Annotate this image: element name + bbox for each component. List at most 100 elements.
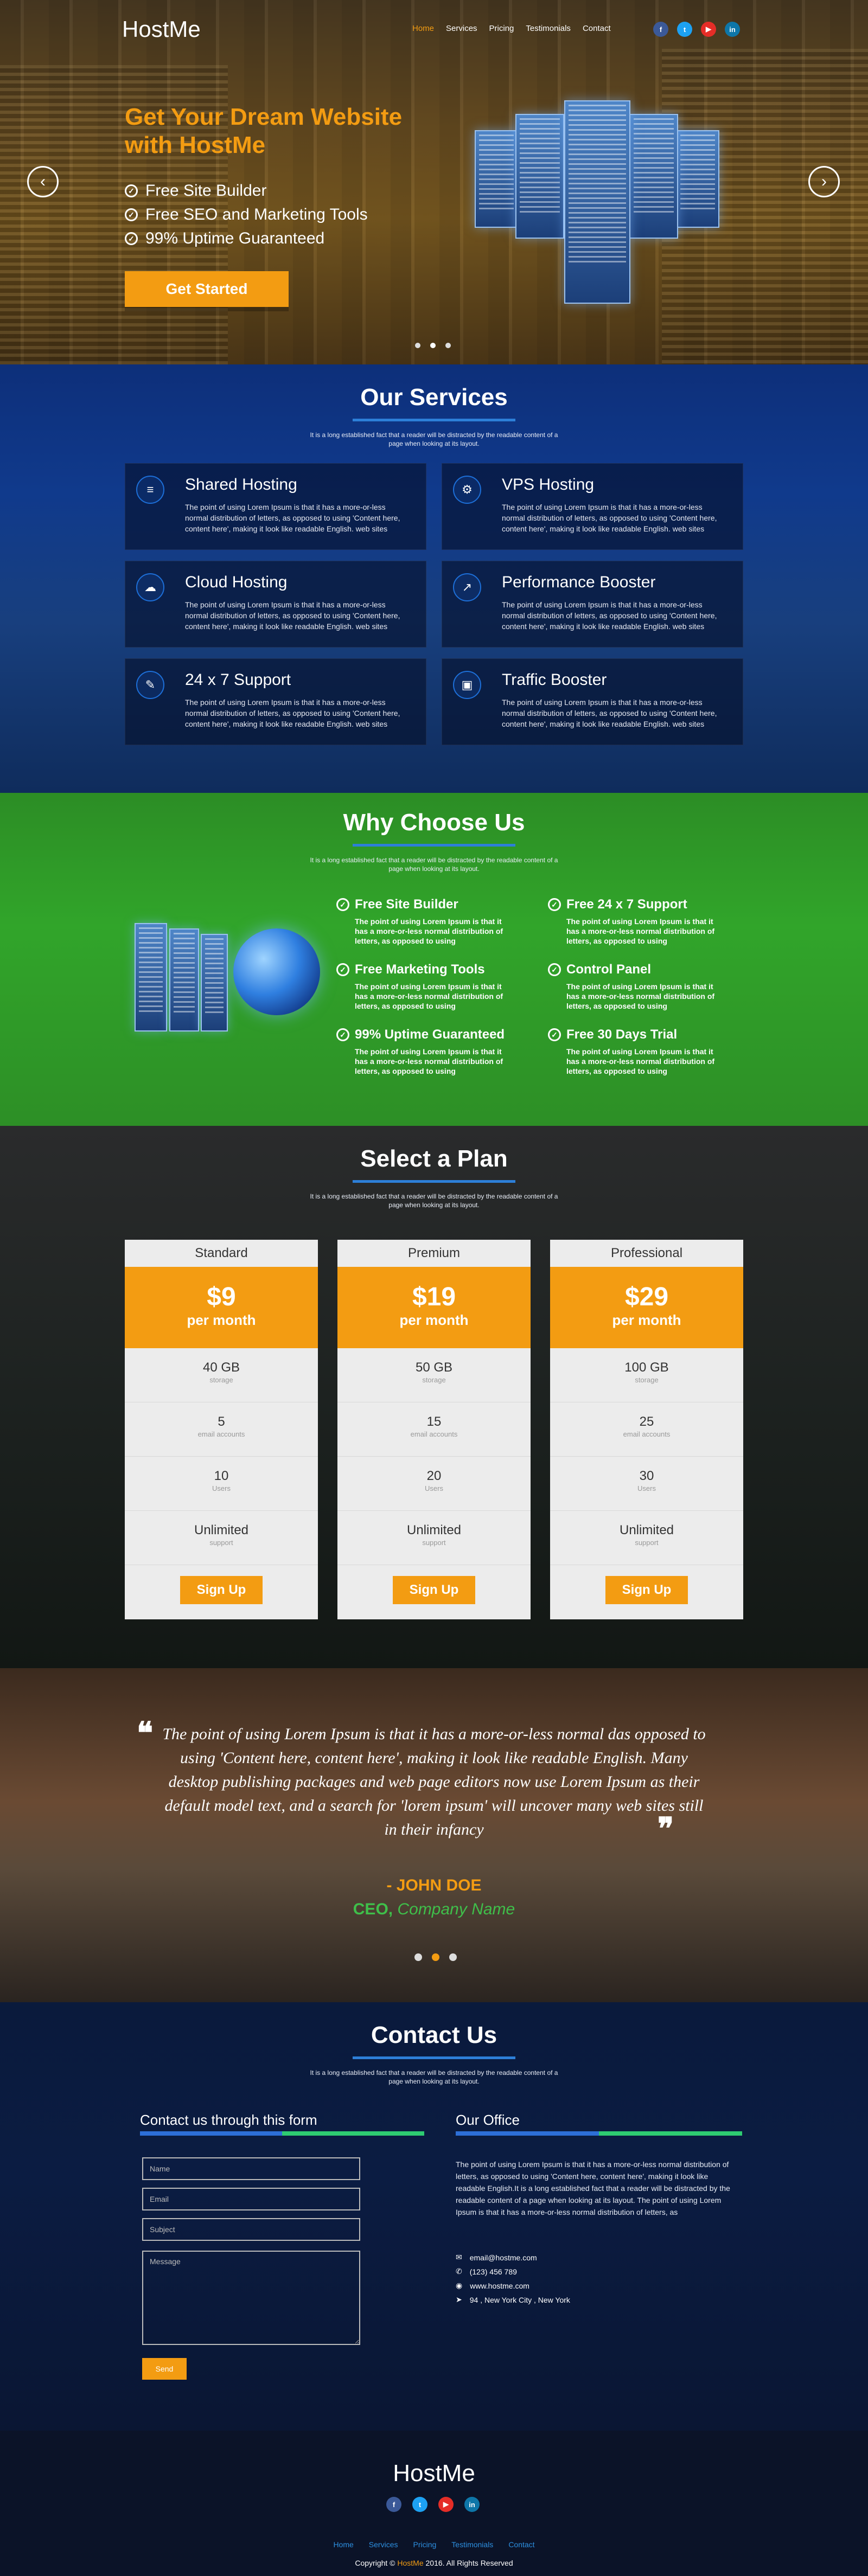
check-icon: ✓ xyxy=(548,898,561,911)
youtube-icon[interactable]: ▶ xyxy=(438,2497,454,2512)
hero-section: HostMe Home Services Pricing Testimonial… xyxy=(0,0,868,364)
subject-field[interactable] xyxy=(142,2218,360,2241)
testimonial-quote: The point of using Lorem Ipsum is that i… xyxy=(162,1725,706,1838)
plan-name: Professional xyxy=(610,1246,683,1260)
plan-feature: 30 Users xyxy=(550,1457,743,1511)
service-card[interactable]: ☁ Cloud Hosting The point of using Lorem I… xyxy=(125,561,426,648)
footer-nav-contact[interactable]: Contact xyxy=(508,2540,534,2549)
footer-nav-home[interactable]: Home xyxy=(333,2540,353,2549)
contact-section: Contact Us It is a long established fact… xyxy=(0,2002,868,2431)
why-item: ✓ Free 24 x 7 Support The point of using L… xyxy=(548,897,727,946)
title-underline xyxy=(353,844,515,847)
check-icon: ✓ xyxy=(125,208,138,221)
slider-dot[interactable] xyxy=(414,1953,422,1961)
send-button[interactable]: Send xyxy=(142,2358,187,2380)
title-underline xyxy=(353,1180,515,1183)
plan-feature: 5 email accounts xyxy=(125,1402,318,1457)
nav-testimonials[interactable]: Testimonials xyxy=(526,24,571,33)
service-card[interactable]: ▣ Traffic Booster The point of using Lorem… xyxy=(442,658,743,745)
office-title-bar xyxy=(456,2131,742,2136)
sign-up-button[interactable]: Sign Up xyxy=(393,1576,475,1604)
plan-name: Standard xyxy=(195,1246,248,1260)
plan-feature: Unlimited support xyxy=(550,1511,743,1565)
hero-feature: ✓ Free SEO and Marketing Tools xyxy=(125,203,368,227)
plan-feature: Unlimited support xyxy=(125,1511,318,1565)
testimonial-author: - JOHN DOE xyxy=(386,1876,482,1894)
service-card[interactable]: ≡ Shared Hosting The point of using Lorem … xyxy=(125,463,426,550)
slider-prev-arrow-icon[interactable]: ‹ xyxy=(27,166,59,197)
slider-dot[interactable] xyxy=(430,343,436,348)
twitter-icon[interactable]: t xyxy=(677,22,692,37)
footer-nav-testimonials[interactable]: Testimonials xyxy=(451,2540,493,2549)
office-description: The point of using Lorem Ipsum is that i… xyxy=(456,2160,730,2216)
sign-up-button[interactable]: Sign Up xyxy=(180,1576,263,1604)
footer: HostMe f t ▶ in Home Services Pricing Te… xyxy=(0,2431,868,2576)
title-underline xyxy=(353,2056,515,2059)
slider-dot[interactable] xyxy=(432,1953,439,1961)
facebook-icon[interactable]: f xyxy=(386,2497,401,2512)
phone-icon: ✆ xyxy=(456,2267,462,2276)
check-icon: ✓ xyxy=(125,232,138,245)
email-field[interactable] xyxy=(142,2188,360,2210)
main-nav: Home Services Pricing Testimonials Conta… xyxy=(412,24,611,33)
plan-card-standard: Standard $9 per month 40 GB storage 5 email… xyxy=(125,1240,318,1619)
slider-dot[interactable] xyxy=(415,343,420,348)
menu-icon: ≡ xyxy=(136,476,164,504)
slider-dot[interactable] xyxy=(445,343,451,348)
check-icon: ✓ xyxy=(548,963,561,976)
slider-dot[interactable] xyxy=(449,1953,457,1961)
nav-pricing[interactable]: Pricing xyxy=(489,24,514,33)
check-icon: ✓ xyxy=(125,184,138,197)
tools-icon: ✎ xyxy=(136,671,164,699)
plan-feature: 10 Users xyxy=(125,1457,318,1511)
office-title: Our Office xyxy=(456,2112,520,2128)
briefcase-icon: ▣ xyxy=(453,671,481,699)
nav-services[interactable]: Services xyxy=(446,24,477,33)
title-underline xyxy=(353,419,515,421)
site-logo[interactable]: HostMe xyxy=(122,16,201,42)
footer-nav: Home Services Pricing Testimonials Conta… xyxy=(0,2540,868,2549)
footer-nav-services[interactable]: Services xyxy=(369,2540,398,2549)
section-title: Select a Plan xyxy=(360,1145,508,1172)
why-choose-us-section: Why Choose Us It is a long established f… xyxy=(0,793,868,1126)
message-field[interactable] xyxy=(142,2251,360,2345)
form-title: Contact us through this form xyxy=(140,2112,317,2128)
twitter-icon[interactable]: t xyxy=(412,2497,427,2512)
hero-title: Get Your Dream Website with HostMe xyxy=(125,104,403,158)
form-title-bar xyxy=(140,2131,424,2136)
footer-nav-pricing[interactable]: Pricing xyxy=(413,2540,436,2549)
footer-logo[interactable]: HostMe xyxy=(0,2460,868,2487)
plan-price: $19 per month xyxy=(337,1267,531,1348)
plan-feature: 25 email accounts xyxy=(550,1402,743,1457)
get-started-button[interactable]: Get Started xyxy=(125,271,289,307)
gears-icon: ⚙ xyxy=(453,476,481,504)
services-section: Our Services It is a long established fa… xyxy=(0,364,868,793)
section-title: Why Choose Us xyxy=(343,809,525,836)
chart-icon: ↗ xyxy=(453,573,481,601)
nav-home[interactable]: Home xyxy=(412,24,434,33)
plan-feature: 20 Users xyxy=(337,1457,531,1511)
why-item: ✓ Free Site Builder The point of using Lor… xyxy=(336,897,515,946)
facebook-icon[interactable]: f xyxy=(653,22,668,37)
plan-feature: 50 GB storage xyxy=(337,1348,531,1402)
name-field[interactable] xyxy=(142,2157,360,2180)
service-card[interactable]: ⚙ VPS Hosting The point of using Lorem Ips… xyxy=(442,463,743,550)
check-icon: ✓ xyxy=(336,963,349,976)
hero-feature: ✓ 99% Uptime Guaranteed xyxy=(125,227,368,251)
plan-card-premium: Premium $19 per month 50 GB storage 15 emai… xyxy=(337,1240,531,1619)
nav-contact[interactable]: Contact xyxy=(583,24,611,33)
linkedin-icon[interactable]: in xyxy=(725,22,740,37)
location-icon: ➤ xyxy=(456,2295,462,2304)
plan-feature: Unlimited support xyxy=(337,1511,531,1565)
linkedin-icon[interactable]: in xyxy=(464,2497,480,2512)
plan-feature: 100 GB storage xyxy=(550,1348,743,1402)
contact-address: ➤ 94 , New York City , New York xyxy=(456,2295,570,2304)
sign-up-button[interactable]: Sign Up xyxy=(605,1576,688,1604)
service-card[interactable]: ↗ Performance Booster The point of using L… xyxy=(442,561,743,648)
service-card[interactable]: ✎ 24 x 7 Support The point of using Lorem … xyxy=(125,658,426,745)
hero-feature-list: ✓ Free Site Builder ✓ Free SEO and Marketi… xyxy=(125,179,368,251)
why-item: ✓ Control Panel The point of using Lorem I… xyxy=(548,962,727,1011)
slider-next-arrow-icon[interactable]: › xyxy=(808,166,840,197)
section-subtitle: It is a long established fact that a rea… xyxy=(310,431,558,447)
youtube-icon[interactable]: ▶ xyxy=(701,22,716,37)
